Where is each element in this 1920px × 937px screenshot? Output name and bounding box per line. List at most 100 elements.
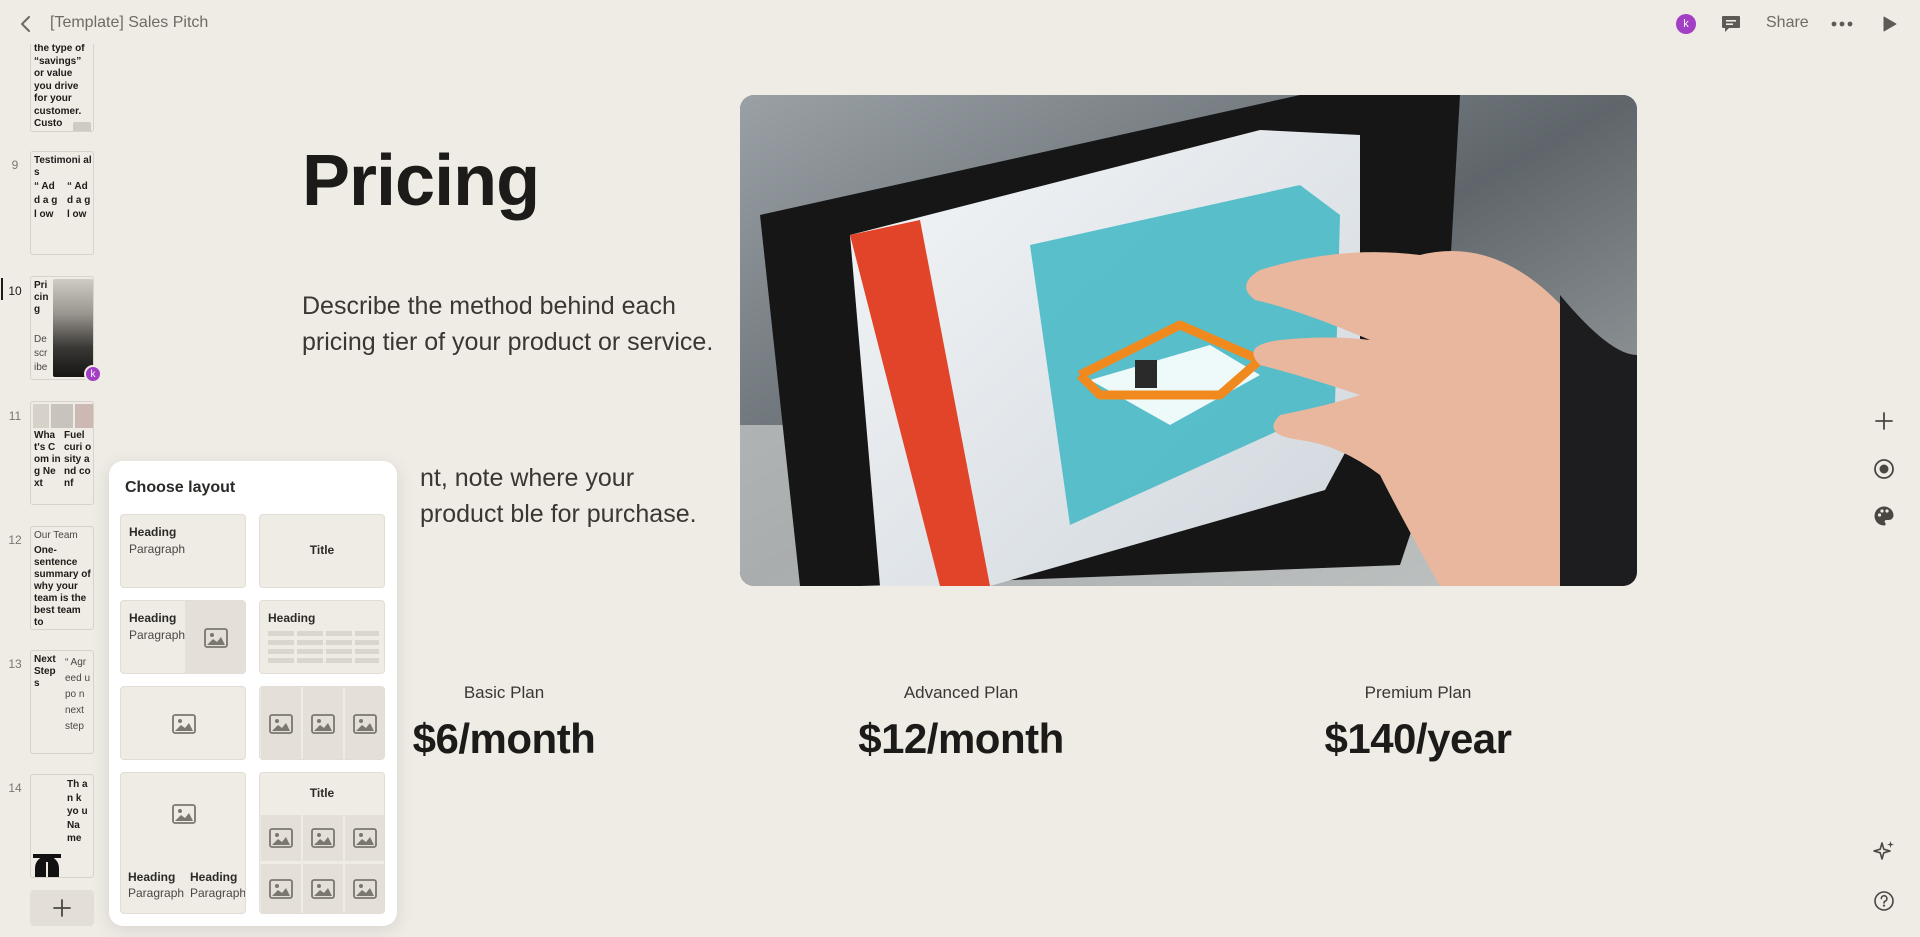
image-icon (204, 628, 228, 648)
layout-title-label: Title (309, 543, 335, 557)
image-icon (311, 714, 335, 734)
more-options-button[interactable] (1828, 12, 1856, 36)
slide-paragraph-1[interactable]: Describe the method behind each pricing … (302, 288, 722, 360)
thumb-8-line: the type of (34, 44, 85, 54)
layout-image-placeholder (261, 864, 301, 913)
slide-thumbnail-11[interactable]: Wha t's Com ing Next Fuel curi osity and… (30, 401, 94, 505)
add-icon (1875, 412, 1893, 430)
thumb-12-body: One-sentence summary of why your team is… (34, 545, 91, 628)
document-title[interactable]: [Template] Sales Pitch (50, 14, 208, 32)
layout-heading-label: Heading (190, 870, 238, 884)
record-button[interactable] (1872, 457, 1896, 481)
table-cell (297, 640, 323, 645)
slide-number-12: 12 (8, 533, 22, 547)
thumb-8-text: the type of “savings” or value you drive… (34, 44, 92, 131)
thumb-12-label: Our Team (34, 530, 78, 541)
layout-paragraph-label: Paragraph (129, 542, 186, 556)
layout-text-image[interactable]: Heading Paragraph (120, 600, 246, 674)
back-icon (21, 16, 30, 32)
slide-number-14: 14 (8, 781, 22, 795)
layout-image-placeholder (121, 773, 245, 855)
ai-assist-button[interactable] (1872, 839, 1896, 863)
layout-heading-label: Heading (128, 870, 176, 884)
add-block-button[interactable] (1872, 409, 1896, 433)
layout-image-placeholder (345, 864, 384, 913)
slide-number-11: 11 (8, 409, 22, 423)
layout-title-image-grid[interactable]: Title (259, 772, 385, 914)
plan-price: $140/year (1324, 715, 1512, 762)
slide-paragraph-2[interactable]: nt, note where your product ble for purc… (420, 460, 720, 532)
play-icon (1883, 16, 1897, 32)
help-button[interactable] (1872, 889, 1896, 913)
table-cell (297, 631, 323, 636)
thumb-11-col2: Fuel curi osity and conf (64, 430, 92, 489)
layout-image-placeholder (303, 815, 343, 861)
layout-heading-table[interactable]: Heading (259, 600, 385, 674)
user-avatar[interactable]: k (1676, 14, 1696, 34)
image-icon (269, 714, 293, 734)
tablet-photo (740, 95, 1637, 586)
table-cell (268, 649, 294, 654)
thumb-8-button (73, 122, 91, 131)
layout-image-placeholder (261, 815, 301, 861)
image-icon (269, 828, 293, 848)
theme-button[interactable] (1872, 504, 1896, 528)
thumb-10-image (53, 279, 93, 377)
share-button[interactable]: Share (1766, 14, 1809, 32)
active-slide-indicator (1, 278, 3, 300)
layout-paragraph-label: Paragraph (129, 628, 186, 642)
thumb-8-line: for your (34, 93, 72, 104)
slide-hero-image[interactable] (740, 95, 1637, 586)
back-button[interactable] (14, 12, 38, 36)
table-cell (326, 640, 352, 645)
present-button[interactable] (1878, 12, 1902, 36)
layout-picker-title: Choose layout (125, 479, 236, 496)
sparkle-icon (1873, 841, 1894, 860)
thumb-11-image (33, 404, 49, 428)
image-icon (311, 828, 335, 848)
thumb-11-image (75, 404, 93, 428)
slide-title[interactable]: Pricing (302, 140, 540, 222)
layout-picker-popover: Choose layout Heading Paragraph Title He… (109, 461, 397, 926)
slide-thumbnail-14[interactable]: Th an k yo u Na me (30, 774, 94, 878)
slide-thumbnail-10[interactable]: Pri cin g De scr ibe (30, 276, 94, 380)
plan-name: Advanced Plan (903, 683, 1019, 702)
table-cell (355, 649, 379, 654)
comment-button[interactable] (1719, 12, 1743, 36)
layout-title[interactable]: Title (259, 514, 385, 588)
palette-icon (1874, 506, 1894, 526)
layout-image-two-columns[interactable]: Heading Paragraph Heading Paragraph (120, 772, 246, 914)
layout-image-placeholder (261, 687, 301, 759)
help-icon (1874, 891, 1894, 911)
image-icon (353, 714, 377, 734)
slide-thumbnail-12[interactable]: Our Team One-sentence summary of why you… (30, 526, 94, 630)
plan-premium[interactable]: Premium Plan $140/year (1258, 683, 1578, 763)
table-cell (297, 658, 323, 663)
add-slide-button[interactable] (30, 890, 94, 926)
layout-full-image[interactable] (120, 686, 246, 760)
layout-heading-label: Heading (129, 525, 177, 539)
image-icon (311, 879, 335, 899)
table-cell (326, 658, 352, 663)
layout-three-images[interactable] (259, 686, 385, 760)
thumb-11-image (51, 404, 73, 428)
slide-thumbnail-9[interactable]: Testimoni als “ Add a gl ow “ Ad d a gl … (30, 151, 94, 255)
layout-image-placeholder (303, 687, 343, 759)
plan-price: $12/month (858, 715, 1064, 762)
table-cell (268, 640, 294, 645)
slide-number-10: 10 (8, 284, 22, 298)
layout-heading-paragraph[interactable]: Heading Paragraph (120, 514, 246, 588)
slide-thumbnail-8[interactable]: the type of “savings” or value you drive… (30, 44, 94, 132)
image-icon (353, 828, 377, 848)
plan-advanced[interactable]: Advanced Plan $12/month (801, 683, 1121, 763)
table-cell (268, 658, 294, 663)
slide-thumbnail-13[interactable]: Next Step s “ Agr eed upo n next step (30, 650, 94, 754)
thumb-8-line: or value (34, 68, 73, 79)
thumb-9-title: Testimoni als (34, 155, 92, 178)
image-icon (353, 879, 377, 899)
table-cell (355, 658, 379, 663)
thumb-10-body: De scr ibe (34, 334, 48, 373)
layout-heading-label: Heading (129, 611, 177, 625)
comment-icon (1722, 16, 1740, 32)
thumb-10-title: Pri cin g (34, 280, 49, 315)
